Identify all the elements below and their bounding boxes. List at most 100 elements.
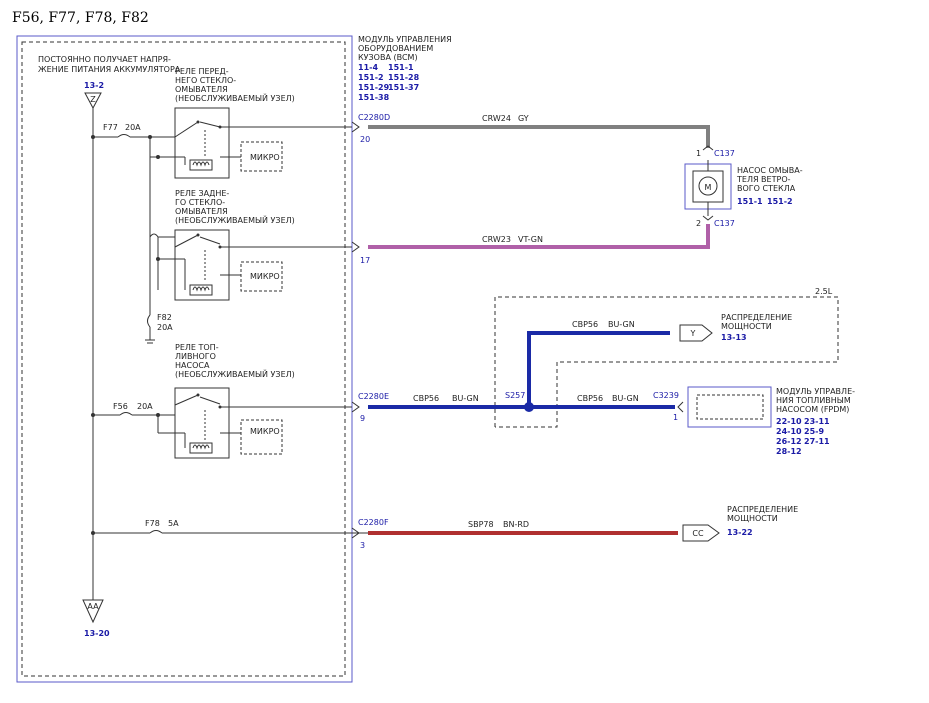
svg-text:C137: C137: [714, 219, 735, 228]
svg-text:Y: Y: [690, 329, 696, 338]
svg-text:C2280D: C2280D: [358, 113, 390, 122]
micro-label-1: МИКРО: [250, 153, 280, 162]
svg-text:BU-GN: BU-GN: [612, 394, 639, 403]
svg-text:24-10: 24-10: [776, 427, 802, 436]
svg-text:9: 9: [360, 414, 365, 423]
svg-text:25-9: 25-9: [804, 427, 824, 436]
svg-text:C3239: C3239: [653, 391, 679, 400]
fuse-f77: F77 20A: [91, 123, 150, 139]
svg-text:(НЕОБСЛУЖИВАЕМЫЙ УЗЕЛ): (НЕОБСЛУЖИВАЕМЫЙ УЗЕЛ): [175, 214, 295, 225]
svg-text:GY: GY: [518, 114, 529, 123]
svg-text:VT-GN: VT-GN: [518, 235, 543, 244]
svg-text:РАСПРЕДЕЛЕНИЕ: РАСПРЕДЕЛЕНИЕ: [721, 313, 792, 322]
svg-text:BU-GN: BU-GN: [452, 394, 479, 403]
svg-text:ОМЫВАТЕЛЯ: ОМЫВАТЕЛЯ: [175, 85, 228, 94]
power-dist-cc: CC РАСПРЕДЕЛЕНИЕ МОЩНОСТИ 13-22: [682, 505, 798, 542]
svg-text:МОЩНОСТИ: МОЩНОСТИ: [727, 514, 778, 523]
circuit-crw24: C2280D 20 CRW24 GY: [358, 113, 710, 148]
svg-text:2: 2: [696, 219, 701, 228]
page-title: F56, F77, F78, F82: [12, 10, 149, 26]
svg-text:ВОГО СТЕКЛА: ВОГО СТЕКЛА: [737, 184, 796, 193]
svg-text:НАСОСОМ (FPDM): НАСОСОМ (FPDM): [776, 405, 849, 414]
fuse-f78: F78 5A: [91, 519, 370, 535]
svg-text:151-2: 151-2: [358, 73, 384, 82]
svg-text:5A: 5A: [168, 519, 179, 528]
svg-text:ГО СТЕКЛО-: ГО СТЕКЛО-: [175, 198, 225, 207]
svg-text:13-22: 13-22: [727, 528, 753, 537]
power-dist-y: Y РАСПРЕДЕЛЕНИЕ МОЩНОСТИ 13-13: [679, 313, 792, 342]
svg-text:КУЗОВА (BCM): КУЗОВА (BCM): [358, 53, 418, 62]
svg-text:ТЕЛЯ ВЕТРО-: ТЕЛЯ ВЕТРО-: [736, 175, 791, 184]
svg-text:151-29: 151-29: [358, 83, 390, 92]
svg-text:23-11: 23-11: [804, 417, 830, 426]
svg-text:НИЯ ТОПЛИВНЫМ: НИЯ ТОПЛИВНЫМ: [776, 396, 851, 405]
svg-text:РЕЛЕ ТОП-: РЕЛЕ ТОП-: [175, 343, 219, 352]
bcm-title: МОДУЛЬ УПРАВЛЕНИЯ ОБОРУДОВАНИЕМ КУЗОВА (…: [358, 35, 452, 62]
micro-label-3: МИКРО: [250, 427, 280, 436]
micro-box-3: [240, 419, 283, 455]
svg-text:20A: 20A: [157, 323, 173, 332]
svg-text:27-11: 27-11: [804, 437, 830, 446]
svg-text:3: 3: [360, 541, 365, 550]
svg-text:20A: 20A: [125, 123, 141, 132]
circuit-crw23: 17 CRW23 VT-GN: [360, 224, 710, 265]
splice-s257: S257: [505, 391, 525, 400]
relay-rear-washer: РЕЛЕ ЗАДНЕ- ГО СТЕКЛО- ОМЫВАТЕЛЯ (НЕОБСЛ…: [158, 189, 295, 301]
battery-note-line1: ПОСТОЯННО ПОЛУЧАЕТ НАПРЯ-: [38, 55, 171, 64]
washer-pump: 1 C137 M 2 C137 НАСОС ОМЫВА- ТЕЛЯ ВЕТРО-…: [684, 145, 803, 228]
svg-text:(НЕОБСЛУЖИВАЕМЫЙ УЗЕЛ): (НЕОБСЛУЖИВАЕМЫЙ УЗЕЛ): [175, 368, 295, 379]
svg-text:151-38: 151-38: [358, 93, 390, 102]
svg-text:CBP56: CBP56: [413, 394, 439, 403]
svg-text:РАСПРЕДЕЛЕНИЕ: РАСПРЕДЕЛЕНИЕ: [727, 505, 798, 514]
svg-text:CRW24: CRW24: [482, 114, 511, 123]
bcm-refs: 11-4 151-1 151-2 151-28 151-29 151-37 15…: [358, 63, 420, 102]
svg-text:F56: F56: [113, 402, 128, 411]
micro-label-2: МИКРО: [250, 272, 280, 281]
svg-text:НЕГО СТЕКЛО-: НЕГО СТЕКЛО-: [175, 76, 236, 85]
svg-text:BN-RD: BN-RD: [503, 520, 529, 529]
fuse-f56: F56 20A: [91, 402, 175, 417]
svg-text:11-4: 11-4: [358, 63, 378, 72]
aa-terminal-symbol: AA: [82, 599, 104, 624]
svg-text:SBP78: SBP78: [468, 520, 494, 529]
svg-text:МОДУЛЬ УПРАВЛЕНИЯ: МОДУЛЬ УПРАВЛЕНИЯ: [358, 35, 452, 44]
svg-text:20: 20: [360, 135, 370, 144]
battery-note-line2: ЖЕНИЕ ПИТАНИЯ АККУМУЛЯТОРА: [38, 65, 181, 74]
fpdm-module: МОДУЛЬ УПРАВЛЕ- НИЯ ТОПЛИВНЫМ НАСОСОМ (F…: [677, 386, 855, 456]
svg-text:НАСОСА: НАСОСА: [175, 361, 210, 370]
svg-text:1: 1: [673, 413, 678, 422]
svg-text:BU-GN: BU-GN: [608, 320, 635, 329]
svg-text:F77: F77: [103, 123, 118, 132]
svg-text:МОЩНОСТИ: МОЩНОСТИ: [721, 322, 772, 331]
circuit-sbp78: C2280F 3 SBP78 BN-RD: [358, 518, 678, 550]
svg-text:CC: CC: [692, 529, 704, 538]
svg-text:CBP56: CBP56: [572, 320, 598, 329]
wiring-diagram: F56, F77, F78, F82 ПОСТОЯННО ПОЛУЧАЕТ НА…: [12, 10, 855, 683]
circuit-cbp56: C2280E 9 CBP56 BU-GN S257 CBP56 BU-GN CB…: [358, 320, 679, 423]
fuse-f82: F82 20A: [145, 313, 173, 344]
svg-text:20A: 20A: [137, 402, 153, 411]
svg-text:C2280F: C2280F: [358, 518, 389, 527]
z-terminal-ref: 13-2: [84, 81, 104, 90]
svg-text:13-13: 13-13: [721, 333, 747, 342]
svg-text:(НЕОБСЛУЖИВАЕМЫЙ УЗЕЛ): (НЕОБСЛУЖИВАЕМЫЙ УЗЕЛ): [175, 92, 295, 103]
svg-text:Z: Z: [90, 95, 96, 104]
svg-text:17: 17: [360, 256, 370, 265]
svg-text:C137: C137: [714, 149, 735, 158]
z-terminal-symbol: Z: [84, 92, 102, 110]
svg-text:151-28: 151-28: [388, 73, 420, 82]
svg-text:22-10: 22-10: [776, 417, 802, 426]
motor-icon: M: [705, 183, 712, 192]
relay-fuel-pump: РЕЛЕ ТОП- ЛИВНОГО НАСОСА (НЕОБСЛУЖИВАЕМЫ…: [158, 343, 295, 459]
svg-text:C2280E: C2280E: [358, 392, 389, 401]
svg-text:1: 1: [696, 149, 701, 158]
svg-text:ОМЫВАТЕЛЯ: ОМЫВАТЕЛЯ: [175, 207, 228, 216]
svg-text:CBP56: CBP56: [577, 394, 603, 403]
svg-text:151-2: 151-2: [767, 197, 793, 206]
svg-text:F78: F78: [145, 519, 160, 528]
svg-text:НАСОС ОМЫВА-: НАСОС ОМЫВА-: [737, 166, 803, 175]
svg-text:ЛИВНОГО: ЛИВНОГО: [175, 352, 216, 361]
svg-text:28-12: 28-12: [776, 447, 802, 456]
svg-text:РЕЛЕ ЗАДНЕ-: РЕЛЕ ЗАДНЕ-: [175, 189, 229, 198]
svg-text:CRW23: CRW23: [482, 235, 511, 244]
